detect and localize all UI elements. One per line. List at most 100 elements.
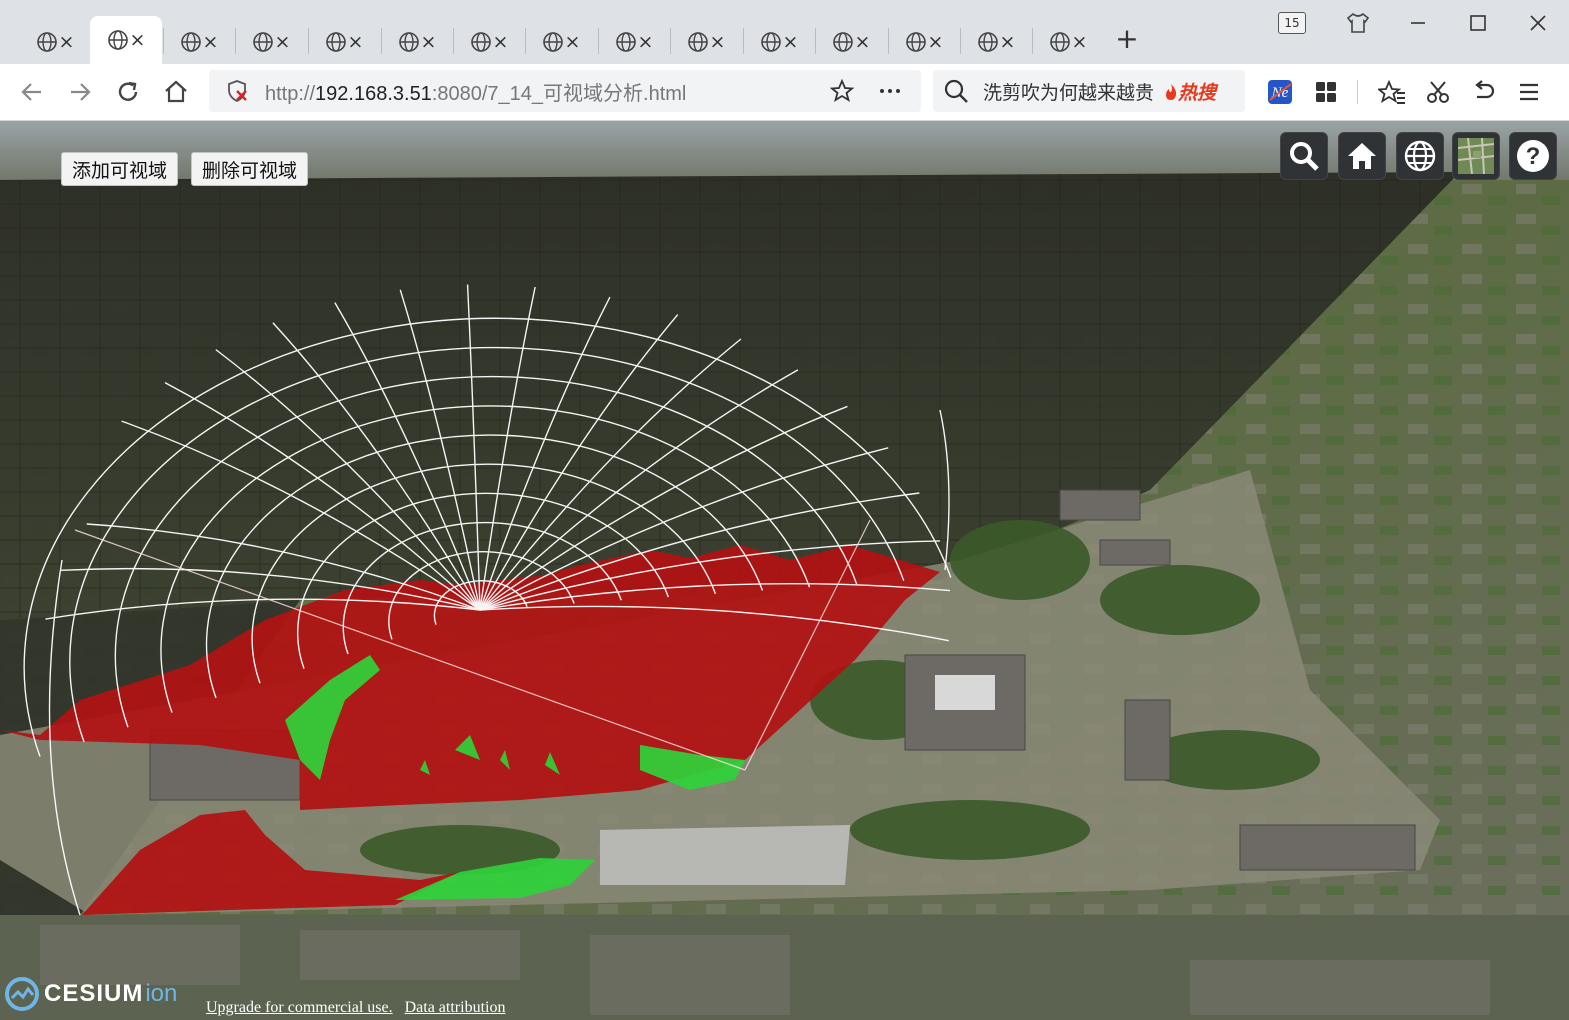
address-bar[interactable]: http://192.168.3.51:8080/7_14_可视域分析.html [209, 70, 921, 112]
tab-close-icon[interactable]: × [855, 31, 871, 53]
browser-tab[interactable]: × [458, 20, 520, 64]
browser-tab[interactable]: × [748, 20, 810, 64]
browser-tab[interactable]: × [893, 20, 955, 64]
tab-separator [743, 28, 744, 54]
favorites-icon[interactable] [1374, 74, 1410, 110]
upgrade-link[interactable]: Upgrade for commercial use. [206, 999, 393, 1016]
cesium-ion-logo[interactable]: CESIUM ion [4, 976, 177, 1012]
tab-separator [163, 28, 164, 54]
arrow-right-icon[interactable] [62, 74, 98, 110]
new-tab-button[interactable]: + [1112, 22, 1142, 55]
browser-tab[interactable]: × [240, 20, 302, 64]
help-icon: ? [1517, 140, 1549, 172]
browser-tab[interactable]: × [90, 16, 162, 64]
globe-icon [687, 32, 708, 52]
browser-tab[interactable]: × [1037, 20, 1099, 64]
globe-icon [905, 32, 926, 52]
tab-close-icon[interactable]: × [348, 31, 364, 53]
browser-tab[interactable]: × [530, 20, 592, 64]
globe-icon [832, 32, 853, 52]
url-scheme: http:// [265, 82, 316, 105]
tab-separator [670, 28, 671, 54]
tab-close-icon[interactable]: × [130, 29, 146, 51]
browser-tab[interactable]: × [386, 20, 448, 64]
tab-close-icon[interactable]: × [928, 31, 944, 53]
home-icon[interactable] [158, 74, 194, 110]
minimize-icon[interactable] [1398, 6, 1438, 40]
browser-tab[interactable]: × [675, 20, 737, 64]
undo-icon[interactable] [1466, 74, 1502, 110]
globe-icon [325, 32, 346, 52]
tab-close-icon[interactable]: × [565, 31, 581, 53]
tab-close-icon[interactable]: × [275, 31, 291, 53]
layer-picker-button[interactable] [1452, 132, 1500, 180]
maximize-icon[interactable] [1458, 6, 1498, 40]
scissors-icon[interactable] [1420, 74, 1456, 110]
ellipsis-icon[interactable] [877, 78, 903, 108]
browser-tab[interactable]: × [603, 20, 665, 64]
globe-icon [977, 32, 998, 52]
url-path: :8080/7_14_可视域分析.html [431, 82, 687, 105]
ne-extension-icon[interactable]: Ne [1262, 74, 1298, 110]
globe-icon [107, 30, 128, 50]
browser-tab[interactable]: × [168, 20, 230, 64]
tab-close-icon[interactable]: × [421, 31, 437, 53]
tab-separator [453, 28, 454, 54]
browser-tab[interactable]: × [820, 20, 882, 64]
search-box[interactable]: 洗剪吹为何越来越贵 热搜 [933, 70, 1245, 112]
tab-close-icon[interactable]: × [783, 31, 799, 53]
tab-close-icon[interactable]: × [203, 31, 219, 53]
globe-icon [1049, 32, 1070, 52]
globe-icon [252, 32, 273, 52]
delete-viewshed-button[interactable]: 删除可视域 [191, 152, 309, 186]
tab-close-icon[interactable]: × [493, 31, 509, 53]
search-icon [943, 78, 969, 108]
globe-button[interactable] [1396, 132, 1444, 180]
browser-tab[interactable]: × [965, 20, 1027, 64]
arrow-left-icon[interactable] [14, 74, 50, 110]
tab-count-button[interactable]: 15 [1272, 6, 1312, 40]
search-suggestion: 洗剪吹为何越来越贵 [983, 81, 1155, 104]
courtyard-roof [935, 675, 995, 710]
add-viewshed-button[interactable]: 添加可视域 [61, 152, 179, 186]
insecure-shield-icon[interactable] [225, 79, 249, 103]
globe-icon [542, 32, 563, 52]
browser-tab[interactable]: × [313, 20, 375, 64]
tab-strip: × × × × × × × × × × × × × × × + 15 [0, 0, 1569, 64]
cesium-logo-ion: ion [145, 980, 178, 1007]
star-icon[interactable] [829, 78, 855, 108]
globe-icon [470, 32, 491, 52]
cesium-logo-icon [5, 977, 39, 1011]
tab-close-icon[interactable]: × [638, 31, 654, 53]
shirt-icon[interactable] [1338, 6, 1378, 40]
reload-icon[interactable] [110, 74, 146, 110]
tab-close-icon[interactable]: × [59, 31, 75, 53]
tab-separator [888, 28, 889, 54]
hamburger-icon[interactable] [1511, 74, 1547, 110]
layer-picker-icon [1458, 138, 1494, 174]
apps-grid-icon[interactable] [1308, 74, 1344, 110]
search-button[interactable] [1280, 132, 1328, 180]
tab-close-icon[interactable]: × [1000, 31, 1016, 53]
home-button[interactable] [1338, 132, 1386, 180]
browser-tab[interactable]: × [24, 20, 86, 64]
svg-text:?: ? [1526, 143, 1541, 170]
globe-icon [760, 32, 781, 52]
cesium-logo-text: CESIUM [44, 980, 144, 1007]
url-text: http://192.168.3.51:8080/7_14_可视域分析.html [265, 77, 686, 106]
globe-icon [180, 32, 201, 52]
tab-separator [235, 28, 236, 54]
plaza [600, 825, 850, 885]
tab-separator [815, 28, 816, 54]
tab-close-icon[interactable]: × [710, 31, 726, 53]
close-icon[interactable] [1518, 6, 1558, 40]
tab-close-icon[interactable]: × [1072, 31, 1088, 53]
cesium-viewer[interactable] [0, 121, 1569, 1020]
tab-separator [381, 28, 382, 54]
data-attribution-link[interactable]: Data attribution [405, 999, 506, 1016]
globe-icon [615, 32, 636, 52]
tab-separator [308, 28, 309, 54]
flame-icon [1166, 83, 1177, 100]
help-button[interactable]: ? [1509, 132, 1557, 180]
terrain-scene[interactable] [0, 121, 1569, 1020]
